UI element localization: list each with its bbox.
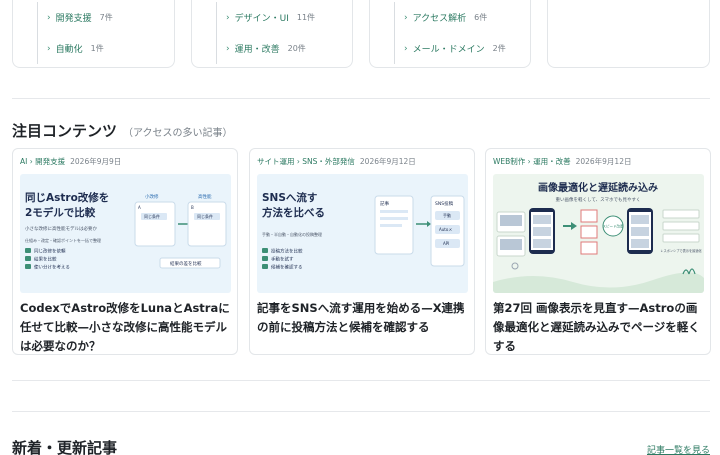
thumb-heading-1: 同じAstro改修を	[25, 191, 109, 204]
thumb-heading-2: 方法を比べる	[262, 206, 325, 219]
thumb-heading: 画像最適化と遅延読み込み	[538, 181, 658, 194]
card-date: 2026年9月12日	[359, 157, 416, 166]
card-thumbnail[interactable]: 画像最適化と遅延読み込み 重い画像を軽くして、スマホでも見やすく スピード改善	[493, 174, 704, 293]
thumb-row: 仕組み・改定・確認ポイントを一括で整理	[25, 237, 101, 243]
category-name: アクセス解析	[412, 14, 467, 24]
featured-title: 注目コンテンツ	[12, 122, 118, 140]
thumb-sub: 小さな改修に高性能モデルは必要か	[25, 225, 97, 232]
card-title-link[interactable]: 第27回 画像表示を見直す—Astroの画像最適化と遅延読み込みでページを軽くす…	[493, 299, 705, 354]
category-list: › デザイン・UI 11件 › 運用・改善 20件	[216, 2, 315, 64]
card-title-link[interactable]: CodexでAstro改修をLunaとAstraに任せて比較—小さな改修に高性能…	[20, 299, 232, 354]
featured-card[interactable]: サイト運用 › SNS・外部発信 2026年9月12日 SNSへ流す 方法を比べる…	[249, 148, 475, 355]
svg-text:Autoメ: Autoメ	[439, 227, 452, 232]
chevron-right-icon: ›	[226, 43, 230, 54]
featured-subtitle: （アクセスの多い記事）	[123, 128, 233, 139]
thumb-heading-2: 2モデルで比較	[25, 206, 96, 219]
svg-text:API: API	[443, 241, 449, 246]
svg-text:SNS投稿: SNS投稿	[435, 200, 454, 207]
section-divider	[12, 380, 710, 381]
svg-text:B: B	[191, 205, 194, 210]
chevron-right-icon: ›	[404, 43, 408, 54]
card-categories: サイト運用 › SNS・外部発信	[257, 157, 355, 166]
svg-text:同じ条件: 同じ条件	[197, 213, 213, 219]
card-thumbnail[interactable]: SNSへ流す 方法を比べる 手動・半自動・自動化の投稿整理 投稿方法を比較 手動…	[257, 174, 468, 293]
card-thumbnail[interactable]: 同じAstro改修を 2モデルで比較 小さな改修に高性能モデルは必要か 仕組み・…	[20, 174, 231, 293]
thumb-small-note: レスポンシブで表示を最適化	[660, 248, 702, 253]
category-count: 2件	[492, 44, 506, 53]
thumb-badge: スピード改善	[603, 224, 624, 229]
thumb-bullet: 同じ改修を依頼	[34, 248, 66, 255]
svg-text:手動: 手動	[443, 212, 451, 218]
thumb-small-label: 小改修	[145, 193, 159, 200]
category-list: › 開発支援 7件 › 自動化 1件	[37, 2, 113, 64]
thumb-bullet: 候補を確認する	[271, 264, 303, 271]
thumb-bullet: 手動を試す	[271, 256, 294, 263]
card-date: 2026年9月9日	[70, 157, 122, 166]
thumb-sub: 重い画像を軽くして、スマホでも見やすく	[555, 196, 640, 203]
card-meta: サイト運用 › SNS・外部発信 2026年9月12日	[257, 156, 416, 167]
svg-text:同じ条件: 同じ条件	[144, 213, 160, 219]
category-name: 自動化	[55, 45, 83, 55]
section-divider	[12, 411, 710, 412]
category-link-mail-domain[interactable]: › メール・ドメイン 2件	[404, 33, 506, 64]
thumb-bullet: 使い分けを考える	[34, 264, 70, 271]
category-count: 7件	[99, 13, 113, 22]
all-articles-link[interactable]: 記事一覧を見る	[647, 443, 710, 455]
chevron-right-icon: ›	[404, 12, 408, 23]
category-count: 1件	[90, 44, 104, 53]
card-title-link[interactable]: 記事をSNSへ流す運用を始める—X連携の前に投稿方法と候補を確認する	[257, 299, 469, 337]
category-name: 開発支援	[55, 14, 92, 24]
chevron-right-icon: ›	[47, 12, 51, 23]
featured-card[interactable]: AI › 開発支援 2026年9月9日 同じAstro改修を 2モデルで比較 小さ…	[12, 148, 238, 355]
svg-text:記事: 記事	[380, 200, 389, 207]
category-name: メール・ドメイン	[412, 45, 485, 55]
category-card: › デザイン・UI 11件 › 運用・改善 20件	[191, 0, 353, 68]
category-count: 6件	[474, 13, 488, 22]
svg-text:A: A	[138, 205, 141, 210]
card-meta: WEB制作 › 運用・改善 2026年9月12日	[493, 156, 631, 167]
category-link-analytics[interactable]: › アクセス解析 6件	[404, 2, 506, 33]
thumb-heading-1: SNSへ流す	[262, 191, 317, 204]
thumb-bullet: 投稿方法を比較	[271, 248, 303, 255]
thumb-row: 手動・半自動・自動化の投稿整理	[262, 231, 322, 237]
card-categories: AI › 開発支援	[20, 157, 66, 166]
category-name: デザイン・UI	[234, 14, 289, 24]
category-count: 20件	[287, 44, 306, 53]
category-count: 11件	[296, 13, 316, 22]
card-meta: AI › 開発支援 2026年9月9日	[20, 156, 121, 167]
category-card: › アクセス解析 6件 › メール・ドメイン 2件	[369, 0, 531, 68]
featured-card[interactable]: WEB制作 › 運用・改善 2026年9月12日 画像最適化と遅延読み込み 重い画…	[485, 148, 711, 355]
thumb-result: 結果の差を比較	[170, 260, 202, 267]
category-name: 運用・改善	[234, 45, 280, 55]
section-divider	[12, 98, 710, 99]
category-cards: › 開発支援 7件 › 自動化 1件 › デザイン・UI 11件 › 運用・改善…	[0, 0, 720, 68]
card-categories: WEB制作 › 運用・改善	[493, 157, 571, 166]
card-date: 2026年9月12日	[575, 157, 632, 166]
category-link-dev-support[interactable]: › 開発支援 7件	[47, 2, 113, 33]
category-list: › アクセス解析 6件 › メール・ドメイン 2件	[394, 2, 506, 64]
category-card: › 開発支援 7件 › 自動化 1件	[12, 0, 175, 68]
chevron-right-icon: ›	[47, 43, 51, 54]
category-link-operations[interactable]: › 運用・改善 20件	[226, 33, 315, 64]
category-link-design-ui[interactable]: › デザイン・UI 11件	[226, 2, 315, 33]
thumb-bullet: 結果を比較	[34, 256, 57, 263]
category-link-automation[interactable]: › 自動化 1件	[47, 33, 113, 64]
category-card	[547, 0, 710, 68]
latest-section-title: 新着・更新記事	[12, 439, 118, 455]
featured-section-title: 注目コンテンツ （アクセスの多い記事）	[12, 120, 233, 141]
thumb-big-label: 高性能	[198, 193, 212, 200]
chevron-right-icon: ›	[226, 12, 230, 23]
